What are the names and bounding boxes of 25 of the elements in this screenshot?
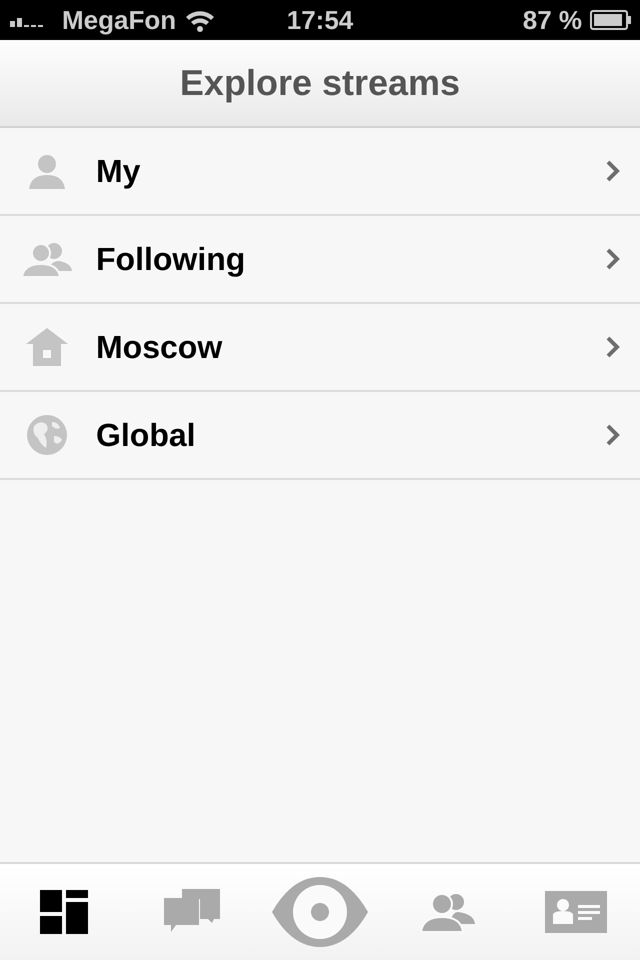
battery-icon [590, 10, 632, 30]
stream-list-item[interactable]: Following [0, 216, 640, 304]
item-label: Moscow [96, 328, 224, 366]
house-icon [26, 328, 68, 366]
battery-percent: 87 % [522, 4, 582, 36]
people-icon [420, 892, 476, 932]
globe-icon [26, 414, 68, 456]
stream-list-item[interactable]: Global [0, 392, 640, 480]
eye-icon [272, 877, 368, 947]
chevron-right-icon [606, 248, 620, 270]
chevron-right-icon [606, 424, 620, 446]
contact-card-icon [545, 891, 607, 933]
item-label: Following [96, 240, 246, 278]
chevron-right-icon [606, 336, 620, 358]
chevron-right-icon [606, 160, 620, 182]
stream-list-item[interactable]: Moscow [0, 304, 640, 392]
screen-title: Explore streams [180, 62, 460, 104]
dashboard-icon [40, 890, 88, 934]
item-label: My [96, 152, 142, 190]
clock-time: 17:54 [286, 4, 354, 36]
item-label: Global [96, 416, 197, 454]
people-icon [21, 241, 73, 277]
stream-list-item[interactable]: My [0, 128, 640, 216]
person-icon [27, 153, 67, 189]
carrier-name: MegaFon [62, 4, 176, 36]
